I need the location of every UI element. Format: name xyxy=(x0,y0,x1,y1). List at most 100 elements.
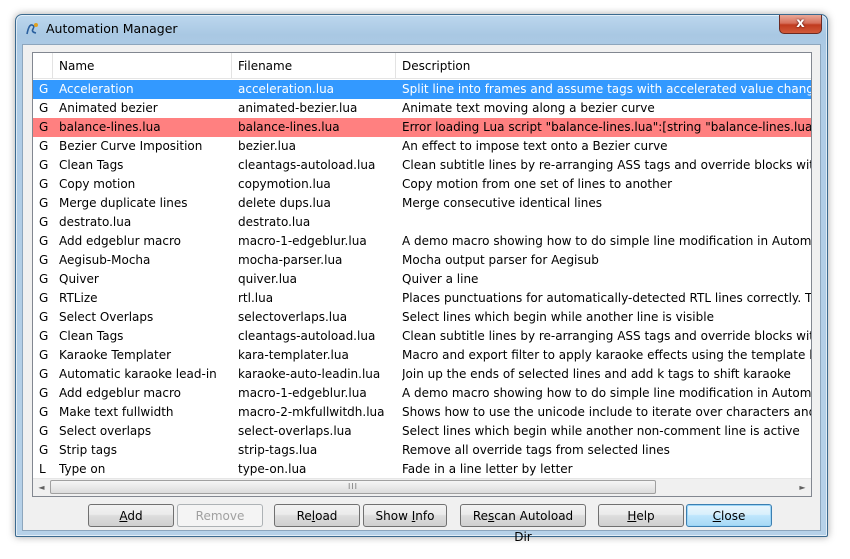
list-item[interactable]: G Automatic karaoke lead-in karaoke-auto-l… xyxy=(33,365,811,384)
cell-filename: bezier.lua xyxy=(238,139,296,153)
cell-type: G xyxy=(39,101,49,115)
cell-name: Animated bezier xyxy=(59,101,158,115)
scroll-right-icon[interactable]: ► xyxy=(794,479,811,496)
cell-name: Type on xyxy=(59,462,106,476)
cell-description: Places punctuations for automatically-de… xyxy=(402,291,812,305)
dialog-client-area: Name Filename Description G Acceleration a… xyxy=(22,44,822,544)
cell-filename: destrato.lua xyxy=(238,215,311,229)
cell-type: G xyxy=(39,329,49,343)
cell-filename: select-overlaps.lua xyxy=(238,424,352,438)
cell-type: G xyxy=(39,234,49,248)
cell-name: RTLize xyxy=(59,291,98,305)
cell-name: Quiver xyxy=(59,272,99,286)
cell-filename: rtl.lua xyxy=(238,291,274,305)
cell-name: Acceleration xyxy=(59,82,134,96)
close-button[interactable]: Close xyxy=(686,504,772,527)
list-item[interactable]: G Bezier Curve Imposition bezier.lua An eff… xyxy=(33,137,811,156)
list-item[interactable]: G Clean Tags cleantags-autoload.lua Clean s… xyxy=(33,327,811,346)
list-item[interactable]: G Add edgeblur macro macro-1-edgeblur.lua A… xyxy=(33,232,812,251)
list-rows: G Acceleration acceleration.lua Split line … xyxy=(33,80,812,479)
cell-filename: balance-lines.lua xyxy=(238,120,340,134)
cell-filename: quiver.lua xyxy=(238,272,297,286)
cell-type: G xyxy=(39,405,49,419)
list-item[interactable]: Gbalance-lines.lua balance-lines.lua Error… xyxy=(33,118,811,137)
cell-name: Select Overlaps xyxy=(59,310,154,324)
cell-name: Select overlaps xyxy=(59,424,152,438)
cell-filename: type-on.lua xyxy=(238,462,307,476)
cell-description: Select lines which begin while another l… xyxy=(402,310,714,324)
cell-type: G xyxy=(39,291,49,305)
cell-filename: macro-1-edgeblur.lua xyxy=(238,234,367,248)
list-item[interactable]: L Type on type-on.lua Fade in a line letter… xyxy=(33,460,811,479)
cell-name: Clean Tags xyxy=(59,329,124,343)
column-header-filename[interactable]: Filename xyxy=(232,53,396,78)
horizontal-scrollbar[interactable]: ◄ III ► xyxy=(33,478,811,496)
list-item[interactable]: G Karaoke Templater kara-templater.lua Macr… xyxy=(33,346,811,365)
cell-description: A demo macro showing how to do simple li… xyxy=(402,386,812,400)
list-item[interactable]: G Aegisub-Mocha mocha-parser.lua Mocha outp… xyxy=(33,251,811,270)
cell-type: G xyxy=(39,120,49,134)
rescan-autoload-dir-button[interactable]: Rescan Autoload Dir xyxy=(460,504,586,544)
cell-description: A demo macro showing how to do simple li… xyxy=(402,234,812,248)
cell-description: Animate text moving along a bezier curve xyxy=(402,101,655,115)
list-item[interactable]: G Merge duplicate lines delete dups.lua Mer… xyxy=(33,194,811,213)
add-button[interactable]: Add xyxy=(88,504,174,527)
cell-name: Strip tags xyxy=(59,443,117,457)
reload-button[interactable]: Reload xyxy=(274,504,360,527)
remove-button[interactable]: Remove xyxy=(177,504,263,527)
show-info-button[interactable]: Show Info xyxy=(363,504,447,527)
list-item[interactable]: G Select Overlaps selectoverlaps.lua Select… xyxy=(33,308,811,327)
cell-name: Clean Tags xyxy=(59,158,124,172)
cell-type: G xyxy=(39,177,49,191)
cell-type: G xyxy=(39,215,49,229)
column-header-description[interactable]: Description xyxy=(396,53,811,78)
column-header-type[interactable] xyxy=(33,53,53,78)
cell-type: G xyxy=(39,310,49,324)
list-item[interactable]: G Select overlaps select-overlaps.lua Selec… xyxy=(33,422,811,441)
list-item[interactable]: G Copy motion copymotion.lua Copy motion fr… xyxy=(33,175,811,194)
cell-description: Clean subtitle lines by re-arranging ASS… xyxy=(402,158,811,172)
help-button[interactable]: Help xyxy=(598,504,684,527)
cell-name: balance-lines.lua xyxy=(59,120,161,134)
list-item[interactable]: G Make text fullwidth macro-2-mkfullwitdh.… xyxy=(33,403,811,422)
cell-description: Quiver a line xyxy=(402,272,479,286)
cell-filename: delete dups.lua xyxy=(238,196,331,210)
cell-description: Select lines which begin while another n… xyxy=(402,424,800,438)
cell-filename: strip-tags.lua xyxy=(238,443,318,457)
cell-description: Clean subtitle lines by re-arranging ASS… xyxy=(402,329,811,343)
cell-description: Shows how to use the unicode include to … xyxy=(402,405,811,419)
scrollbar-thumb[interactable]: III xyxy=(50,480,656,494)
script-list[interactable]: Name Filename Description G Acceleration a… xyxy=(32,52,812,497)
cell-type: G xyxy=(39,424,49,438)
cell-name: Make text fullwidth xyxy=(59,405,174,419)
list-item[interactable]: G Clean Tags cleantags-autoload.lua Clean s… xyxy=(33,156,811,175)
aegisub-icon xyxy=(26,23,38,35)
window-close-button[interactable]: x xyxy=(779,15,822,34)
cell-type: L xyxy=(39,462,46,476)
cell-description: Merge consecutive identical lines xyxy=(402,196,602,210)
cell-description: Join up the ends of selected lines and a… xyxy=(402,367,791,381)
cell-type: G xyxy=(39,348,49,362)
list-item[interactable]: G Strip tags strip-tags.lua Remove all over… xyxy=(33,441,811,460)
cell-type: G xyxy=(39,82,49,96)
list-item[interactable]: G Acceleration acceleration.lua Split line … xyxy=(33,80,811,99)
cell-type: G xyxy=(39,158,49,172)
list-item[interactable]: G Add edgeblur macro macro-1-edgeblur.lua A… xyxy=(33,384,812,403)
cell-type: G xyxy=(39,367,49,381)
cell-type: G xyxy=(39,139,49,153)
cell-filename: animated-bezier.lua xyxy=(238,101,358,115)
list-item[interactable]: G RTLize rtl.lua Places punctuations for au… xyxy=(33,289,812,308)
title-bar[interactable]: Automation Manager x xyxy=(16,15,827,43)
cell-type: G xyxy=(39,443,49,457)
list-item[interactable]: Gdestrato.lua destrato.lua xyxy=(33,213,811,232)
list-item[interactable]: G Quiver quiver.lua Quiver a line xyxy=(33,270,811,289)
cell-filename: kara-templater.lua xyxy=(238,348,349,362)
cell-filename: karaoke-auto-leadin.lua xyxy=(238,367,381,381)
cell-name: Add edgeblur macro xyxy=(59,234,182,248)
scroll-left-icon[interactable]: ◄ xyxy=(33,479,50,496)
list-item[interactable]: G Animated bezier animated-bezier.lua Anima… xyxy=(33,99,811,118)
button-bar: Add Remove Reload Show Info Rescan Autol… xyxy=(23,502,822,544)
automation-manager-window: Automation Manager x Name Filename Descr… xyxy=(15,14,828,544)
cell-description: Fade in a line letter by letter xyxy=(402,462,573,476)
column-header-name[interactable]: Name xyxy=(53,53,232,78)
